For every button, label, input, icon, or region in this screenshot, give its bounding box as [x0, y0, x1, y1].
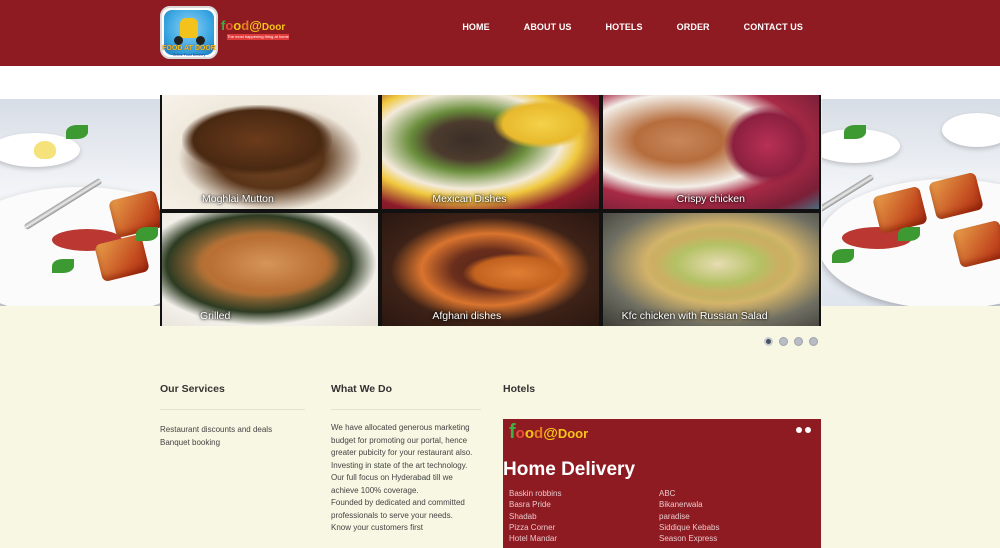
brand-letter: d [241, 18, 250, 33]
dish-photo [722, 105, 813, 185]
nav-contact-us[interactable]: CONTACT US [744, 22, 803, 32]
dish-tile[interactable]: Grilled [162, 212, 379, 326]
dish-tile[interactable]: Crispy chicken [602, 95, 819, 209]
hotel-link[interactable]: ABC [659, 488, 720, 499]
logo-tagline: Online Food Delivery [172, 53, 206, 57]
wheel-icon [196, 36, 205, 45]
hotel-link[interactable]: Pizza Corner [509, 522, 561, 533]
dish-photo [492, 99, 593, 149]
slider-pagination [764, 337, 818, 346]
box-slider-dots[interactable] [796, 427, 811, 433]
hotel-link[interactable]: Season Express [659, 533, 720, 544]
nav-about-us[interactable]: ABOUT US [524, 22, 572, 32]
divider [160, 409, 305, 410]
dish-tile[interactable]: Kfc chicken with Russian Salad [602, 212, 819, 326]
hero-food-photo-right [822, 99, 1000, 306]
lemon-image [34, 141, 56, 159]
dish-tile[interactable]: Mexican Dishes [382, 95, 599, 209]
nav-home[interactable]: HOME [462, 22, 489, 32]
scooter-icon [180, 18, 198, 38]
dish-photo [182, 105, 332, 175]
hotel-link[interactable]: paradise [659, 511, 720, 522]
site-header: FOOD AT DOOR Online Food Delivery food@D… [0, 0, 1000, 66]
dish-photo [192, 228, 342, 299]
dish-photo [642, 228, 793, 299]
brand-letter: o [515, 425, 525, 442]
service-link[interactable]: Banquet booking [160, 436, 305, 449]
nav-hotels[interactable]: HOTELS [606, 22, 643, 32]
hero-food-photo-left [0, 99, 160, 306]
hotels-section: Hotels [503, 383, 821, 395]
hotel-list-right: ABC Bikanerwala paradise Siddique Kebabs… [659, 488, 720, 544]
mint-leaf-image [136, 227, 158, 241]
dish-caption: Afghani dishes [432, 310, 502, 322]
dish-caption: Crispy chicken [676, 192, 745, 205]
what-we-do-section: What We Do We have allocated generous ma… [331, 383, 481, 535]
dish-caption: Kfc chicken with Russian Salad [621, 310, 768, 322]
brand-letter: d [534, 425, 544, 442]
service-link[interactable]: Restaurant discounts and deals [160, 423, 305, 436]
nav-order[interactable]: ORDER [677, 22, 710, 32]
dish-caption: Grilled [200, 310, 231, 322]
section-title: What We Do [331, 383, 393, 395]
paragraph: We have allocated generous marketing bud… [331, 423, 473, 457]
dish-caption: Moghlai Mutton [202, 192, 274, 205]
brand-letter: Door [557, 426, 589, 441]
logo-text: FOOD AT DOOR [162, 45, 216, 52]
wheel-icon [174, 36, 183, 45]
hotel-link[interactable]: Basra Pride [509, 499, 561, 510]
brand-letter: @ [543, 425, 558, 442]
hotel-link[interactable]: Shadab [509, 511, 561, 522]
slider-dot[interactable] [779, 337, 788, 346]
brand-wordmark: food@Door [509, 421, 588, 444]
paragraph: Founded by dedicated and committed profe… [331, 498, 465, 520]
slider-dot[interactable] [796, 427, 802, 433]
dish-slider[interactable]: Moghlai Mutton Mexican Dishes Crispy chi… [160, 95, 821, 326]
dish-tile[interactable]: Afghani dishes [382, 212, 599, 326]
hotel-link[interactable]: Hotel Mandar [509, 533, 561, 544]
slider-dot-active[interactable] [764, 337, 773, 346]
paragraph: Know your customers first [331, 523, 424, 532]
hotel-link[interactable]: Bikanerwala [659, 499, 720, 510]
bowl-image [942, 113, 1000, 147]
hotel-list-left: Baskin robbins Basra Pride Shadab Pizza … [509, 488, 561, 544]
box-title: Home Delivery [503, 459, 636, 480]
slider-dot[interactable] [809, 337, 818, 346]
section-title: Our Services [160, 383, 225, 395]
services-section: Our Services Restaurant discounts and de… [160, 383, 305, 449]
brand-slogan: The most happening thing at home [227, 34, 289, 40]
brand-letter: Door [261, 22, 286, 33]
mint-leaf-image [844, 125, 866, 139]
mint-leaf-image [898, 227, 920, 241]
brand-letter: f [509, 421, 516, 443]
slider-dot[interactable] [794, 337, 803, 346]
section-title: Hotels [503, 383, 536, 395]
hotel-link[interactable]: Baskin robbins [509, 488, 561, 499]
brand-wordmark[interactable]: food@Door The most happening thing at ho… [221, 18, 293, 52]
brand-letter: @ [249, 18, 262, 33]
dish-photo [462, 252, 573, 293]
food-at-door-logo[interactable]: FOOD AT DOOR Online Food Delivery [160, 6, 218, 59]
slider-dot[interactable] [805, 427, 811, 433]
hotels-delivery-box: food@Door Home Delivery Baskin robbins B… [503, 419, 821, 548]
paragraph: Investing in state of the art technology… [331, 460, 468, 495]
mint-leaf-image [66, 125, 88, 139]
mint-leaf-image [52, 259, 74, 273]
mint-leaf-image [832, 249, 854, 263]
brand-letter: o [524, 425, 535, 442]
main-nav: HOME ABOUT US HOTELS ORDER CONTACT US [428, 0, 803, 54]
dish-tile[interactable]: Moghlai Mutton [162, 95, 379, 209]
divider [331, 409, 481, 410]
dish-caption: Mexican Dishes [432, 192, 507, 205]
hotel-link[interactable]: Siddique Kebabs [659, 522, 720, 533]
